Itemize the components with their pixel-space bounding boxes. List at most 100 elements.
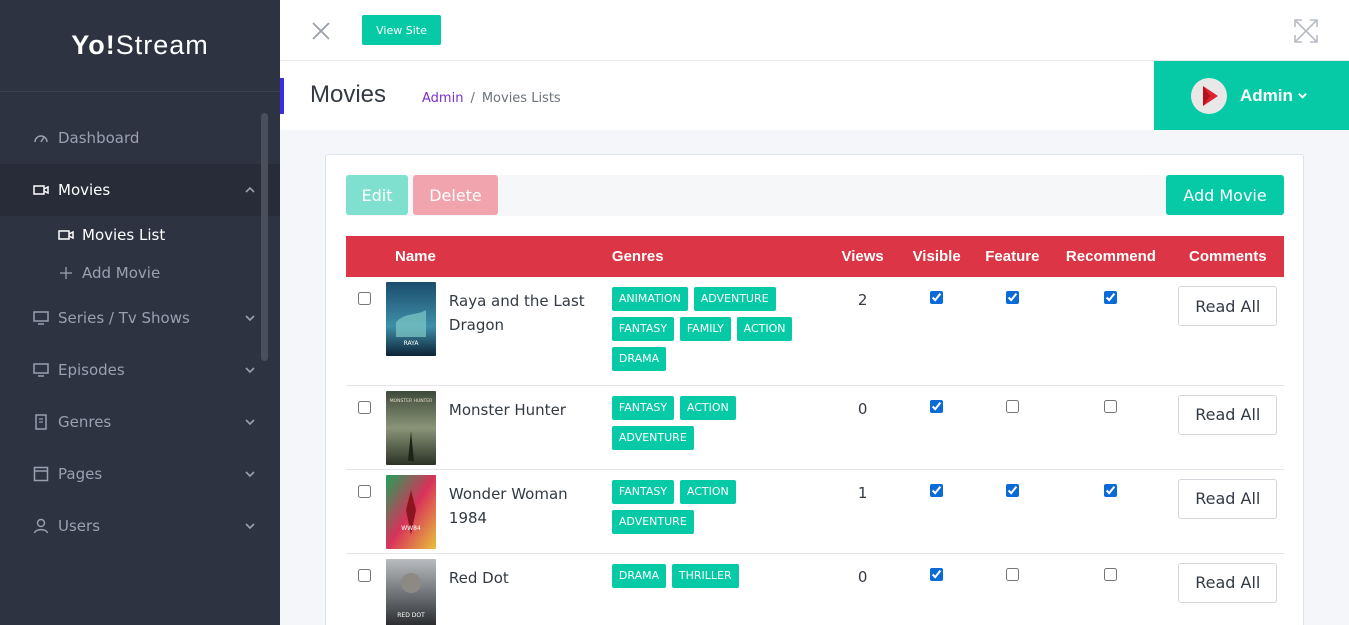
breadcrumb-current: Movies Lists bbox=[481, 91, 561, 106]
feature-checkbox[interactable] bbox=[1005, 399, 1019, 413]
genre-tag: THRILLER bbox=[671, 563, 739, 588]
recommend-checkbox[interactable] bbox=[1104, 483, 1118, 497]
sidebar-subitem-add-movie[interactable]: Add Movie bbox=[0, 254, 280, 292]
table-row: MONSTER HUNTER Monster Hunter FANTASY AC… bbox=[346, 385, 1284, 470]
genre-tag: FANTASY bbox=[611, 479, 675, 504]
movie-views: 2 bbox=[800, 277, 899, 386]
table-row: RED DOT Red Dot DRAMA THRILLER 0 Read Al… bbox=[346, 553, 1284, 625]
sidebar: Yo!Stream Dashboard Movies Movies List A… bbox=[0, 0, 280, 625]
brand-logo[interactable]: Yo!Stream bbox=[0, 0, 280, 92]
user-menu[interactable]: Admin bbox=[1154, 61, 1349, 130]
video-camera-icon bbox=[57, 226, 75, 244]
read-all-comments-button[interactable]: Read All bbox=[1178, 286, 1278, 326]
row-select-checkbox[interactable] bbox=[358, 484, 371, 498]
chevron-up-icon bbox=[244, 184, 256, 196]
sidebar-item-users[interactable]: Users bbox=[0, 500, 280, 552]
sidebar-item-dashboard[interactable]: Dashboard bbox=[0, 112, 280, 164]
movie-name: Red Dot bbox=[446, 553, 606, 625]
edit-button[interactable]: Edit bbox=[346, 175, 408, 215]
movie-genres: DRAMA THRILLER bbox=[605, 553, 801, 625]
feature-checkbox[interactable] bbox=[1005, 483, 1019, 497]
visible-checkbox[interactable] bbox=[930, 399, 944, 413]
sidebar-item-label: Dashboard bbox=[58, 129, 140, 147]
visible-checkbox[interactable] bbox=[930, 291, 944, 304]
visible-checkbox[interactable] bbox=[930, 483, 944, 497]
table-toolbar: Edit Delete Add Movie bbox=[346, 175, 1284, 216]
read-all-comments-button[interactable]: Read All bbox=[1178, 478, 1278, 519]
row-select-checkbox[interactable] bbox=[358, 568, 371, 582]
column-header-genres[interactable]: Genres bbox=[606, 236, 801, 277]
sidebar-subitem-movies-list[interactable]: Movies List bbox=[0, 216, 280, 254]
feature-checkbox[interactable] bbox=[1005, 567, 1019, 581]
column-header-comments[interactable]: Comments bbox=[1172, 236, 1284, 277]
tv-icon bbox=[32, 361, 50, 379]
movie-views: 1 bbox=[800, 469, 899, 554]
movies-table: Name Genres Views Visible Feature Recomm… bbox=[346, 236, 1284, 625]
tv-icon bbox=[32, 309, 50, 327]
chevron-down-icon bbox=[244, 416, 256, 428]
sidebar-item-episodes[interactable]: Episodes bbox=[0, 344, 280, 396]
visible-checkbox[interactable] bbox=[930, 567, 944, 581]
movie-views: 0 bbox=[800, 385, 899, 470]
brand-logo-bold: Yo! bbox=[71, 30, 116, 60]
sidebar-subitem-label: Add Movie bbox=[82, 264, 161, 282]
sidebar-item-label: Series / Tv Shows bbox=[58, 309, 190, 327]
recommend-checkbox[interactable] bbox=[1104, 399, 1118, 413]
fullscreen-icon[interactable] bbox=[1293, 18, 1319, 44]
movie-poster[interactable]: WW84 bbox=[386, 474, 437, 549]
table-row: WW84 Wonder Woman 1984 FANTASY ACTION AD… bbox=[346, 469, 1284, 554]
row-select-checkbox[interactable] bbox=[358, 292, 371, 305]
genre-tag: FAMILY bbox=[679, 317, 731, 341]
genre-tag: FANTASY bbox=[611, 395, 675, 420]
poster-title: WW84 bbox=[402, 525, 422, 532]
column-header-visible[interactable]: Visible bbox=[899, 236, 975, 277]
avatar bbox=[1191, 77, 1227, 114]
movies-card: Edit Delete Add Movie Name Genres Views … bbox=[325, 154, 1304, 625]
feature-checkbox[interactable] bbox=[1005, 291, 1019, 304]
brand-logo-rest: Stream bbox=[115, 30, 209, 60]
chevron-down-icon bbox=[244, 520, 256, 532]
genre-tag: DRAMA bbox=[611, 563, 667, 588]
sidebar-item-series[interactable]: Series / Tv Shows bbox=[0, 292, 280, 344]
movie-poster[interactable]: RED DOT bbox=[386, 558, 437, 625]
genre-tag: ANIMATION bbox=[611, 287, 688, 311]
column-header-feature[interactable]: Feature bbox=[974, 236, 1050, 277]
table-header-row: Name Genres Views Visible Feature Recomm… bbox=[346, 236, 1284, 277]
recommend-checkbox[interactable] bbox=[1104, 291, 1118, 304]
movie-views: 0 bbox=[800, 553, 899, 625]
movie-genres: FANTASY ACTION ADVENTURE bbox=[605, 385, 801, 470]
close-icon[interactable] bbox=[310, 20, 332, 42]
page-header: Movies Admin / Movies Lists Admin bbox=[280, 61, 1349, 130]
sidebar-item-genres[interactable]: Genres bbox=[0, 396, 280, 448]
sidebar-subitem-label: Movies List bbox=[82, 226, 166, 244]
add-movie-button[interactable]: Add Movie bbox=[1166, 175, 1284, 215]
genre-tag: ADVENTURE bbox=[693, 287, 776, 311]
sidebar-nav: Dashboard Movies Movies List Add Movie S… bbox=[0, 92, 280, 552]
sidebar-item-pages[interactable]: Pages bbox=[0, 448, 280, 500]
movie-poster[interactable]: RAYA bbox=[386, 282, 437, 356]
column-header-recommend[interactable]: Recommend bbox=[1050, 236, 1171, 277]
dashboard-icon bbox=[32, 129, 50, 147]
column-header-name[interactable]: Name bbox=[346, 236, 606, 277]
page-icon bbox=[32, 465, 50, 483]
chevron-down-icon bbox=[1297, 90, 1308, 101]
recommend-checkbox[interactable] bbox=[1104, 567, 1118, 581]
chevron-down-icon bbox=[244, 364, 256, 376]
column-header-views[interactable]: Views bbox=[800, 236, 898, 277]
genre-tag: DRAMA bbox=[611, 347, 667, 371]
delete-button[interactable]: Delete bbox=[413, 175, 498, 215]
table-row: RAYA Raya and the Last Dragon ANIMATION … bbox=[346, 277, 1284, 386]
genre-tag: ACTION bbox=[679, 395, 736, 420]
read-all-comments-button[interactable]: Read All bbox=[1178, 394, 1278, 435]
sidebar-item-movies[interactable]: Movies bbox=[0, 164, 280, 216]
genre-tag: ADVENTURE bbox=[611, 509, 694, 534]
genre-tag: ACTION bbox=[736, 317, 793, 341]
breadcrumb-admin-link[interactable]: Admin bbox=[422, 91, 463, 106]
movie-poster[interactable]: MONSTER HUNTER bbox=[386, 390, 437, 465]
view-site-button[interactable]: View Site bbox=[362, 15, 441, 45]
page-title: Movies bbox=[310, 81, 387, 108]
read-all-comments-button[interactable]: Read All bbox=[1178, 562, 1278, 603]
row-select-checkbox[interactable] bbox=[358, 400, 371, 414]
sidebar-scrollbar[interactable] bbox=[261, 113, 268, 361]
user-icon bbox=[32, 517, 50, 535]
